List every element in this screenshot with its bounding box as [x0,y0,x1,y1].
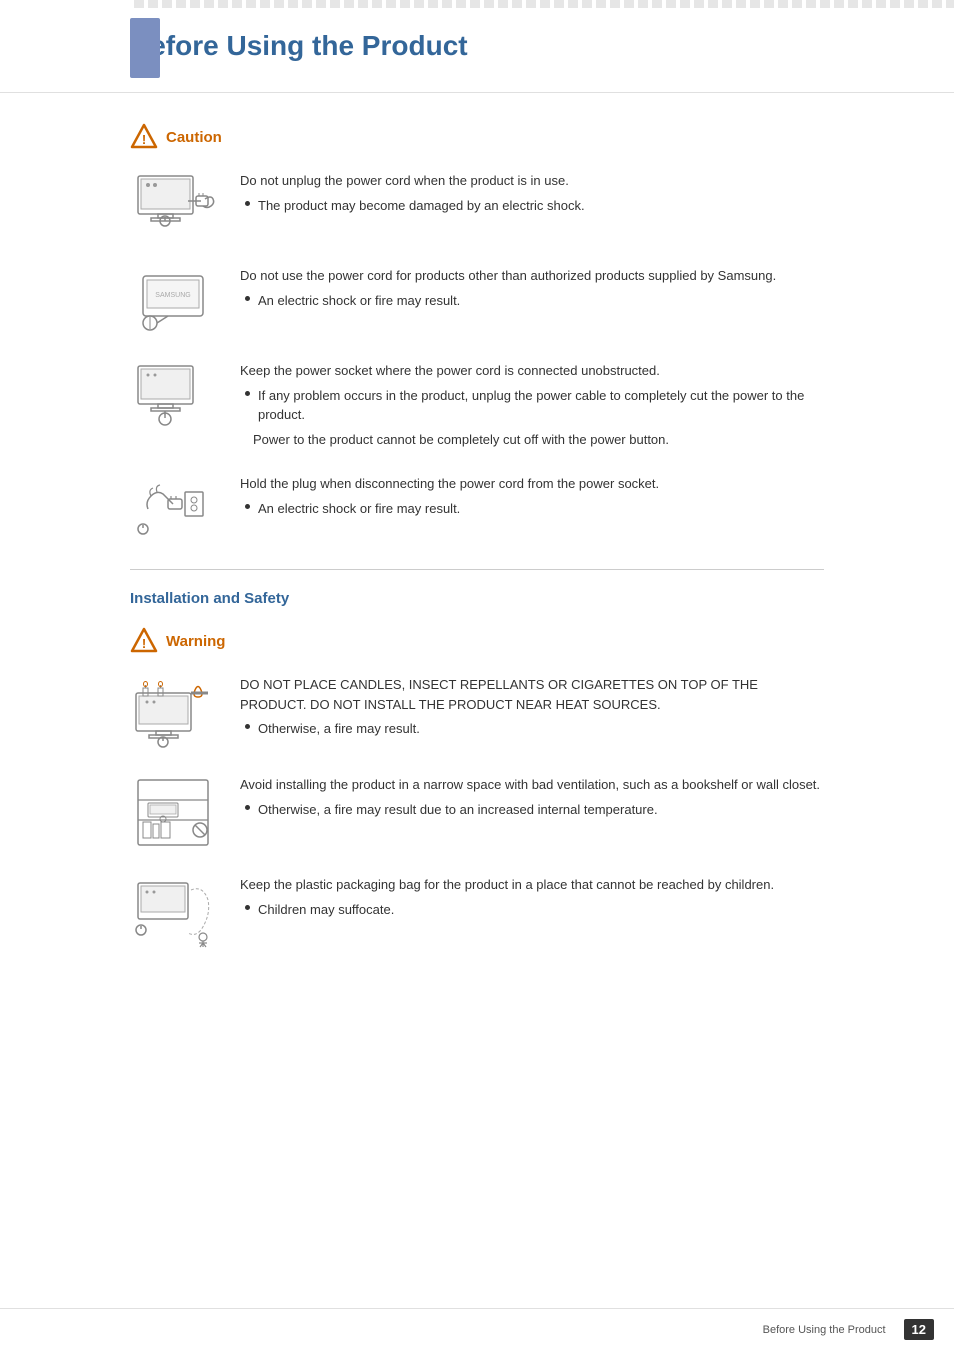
svg-text:SAMSUNG: SAMSUNG [155,292,190,299]
candles-on-monitor-icon [133,675,218,750]
warning-item-3-main: Keep the plastic packaging bag for the p… [240,875,824,895]
page-title: Before Using the Product [130,20,824,62]
main-content: ! Caution [0,123,954,950]
warning-item-3-content: Keep the plastic packaging bag for the p… [240,875,824,919]
installation-section-heading: Installation and Safety [130,590,824,607]
warning-item-2-bullet-0: Otherwise, a fire may result due to an i… [245,800,824,820]
caution-item-4-bullet-0: An electric shock or fire may result. [245,499,824,519]
bookshelf-install-icon [133,775,218,850]
caution-item-3-main: Keep the power socket where the power co… [240,361,824,381]
svg-text:!: ! [142,132,146,147]
power-socket-icon [133,361,218,436]
page-footer: Before Using the Product 12 [0,1308,954,1350]
caution-item-4-content: Hold the plug when disconnecting the pow… [240,474,824,518]
caution-item-4: Hold the plug when disconnecting the pow… [130,474,824,544]
caution-image-2: SAMSUNG [130,266,220,336]
warning-item-1-bullet-0: Otherwise, a fire may result. [245,719,824,739]
caution-section-heading: ! Caution [130,123,824,151]
caution-item-4-bullet-text-0: An electric shock or fire may result. [258,499,460,519]
caution-image-4 [130,474,220,544]
warning-item-3-bullet-0: Children may suffocate. [245,900,824,920]
warning-item-2-main: Avoid installing the product in a narrow… [240,775,824,795]
caution-item-1-bullet-text-0: The product may become damaged by an ele… [258,196,585,216]
warning-item-2: Avoid installing the product in a narrow… [130,775,824,850]
warning-section-heading: ! Warning [130,627,824,655]
caution-item-1-content: Do not unplug the power cord when the pr… [240,171,824,215]
footer-label: Before Using the Product [763,1324,886,1336]
caution-item-3-bullet-0: If any problem occurs in the product, un… [245,386,824,425]
monitor-unplug-icon [133,171,218,241]
bullet-dot [245,905,250,910]
warning-triangle-icon: ! [130,627,158,655]
bullet-dot [245,296,250,301]
warning-item-1: DO NOT PLACE CANDLES, INSECT REPELLANTS … [130,675,824,750]
footer-area: Before Using the Product 12 [763,1319,934,1340]
warning-item-3: Keep the plastic packaging bag for the p… [130,875,824,950]
warning-label: Warning [166,633,225,650]
warning-item-2-bullet-text-0: Otherwise, a fire may result due to an i… [258,800,658,820]
caution-item-2-main: Do not use the power cord for products o… [240,266,824,286]
caution-item-3: Keep the power socket where the power co… [130,361,824,449]
section-divider [130,569,824,570]
caution-item-2-bullet-0: An electric shock or fire may result. [245,291,824,311]
warning-item-1-content: DO NOT PLACE CANDLES, INSECT REPELLANTS … [240,675,824,739]
bullet-dot [245,201,250,206]
caution-item-1-bullet-0: The product may become damaged by an ele… [245,196,824,216]
caution-item-3-bullet-text-0: If any problem occurs in the product, un… [258,386,824,425]
bullet-dot [245,805,250,810]
caution-item-1: Do not unplug the power cord when the pr… [130,171,824,241]
caution-item-3-sub-bullet: Power to the product cannot be completel… [253,430,824,450]
warning-item-3-bullet-text-0: Children may suffocate. [258,900,394,920]
caution-label: Caution [166,129,222,146]
warning-item-2-content: Avoid installing the product in a narrow… [240,775,824,819]
warning-image-2 [130,775,220,850]
samsung-product-icon: SAMSUNG [133,266,218,336]
blue-accent-rect [130,18,160,78]
bullet-dot [245,391,250,396]
warning-image-3 [130,875,220,950]
caution-image-3 [130,361,220,436]
caution-item-4-main: Hold the plug when disconnecting the pow… [240,474,824,494]
svg-text:!: ! [142,636,146,651]
caution-item-2-content: Do not use the power cord for products o… [240,266,824,310]
page-container: Before Using the Product ! Caution [0,0,954,1350]
bullet-dot [245,724,250,729]
warning-item-1-main: DO NOT PLACE CANDLES, INSECT REPELLANTS … [240,675,824,714]
caution-image-1 [130,171,220,241]
caution-item-2-bullet-text-0: An electric shock or fire may result. [258,291,460,311]
top-decorative-bar [134,0,954,8]
bullet-dot [245,504,250,509]
plug-disconnect-icon [133,474,218,544]
caution-item-3-content: Keep the power socket where the power co… [240,361,824,449]
warning-item-1-bullet-text-0: Otherwise, a fire may result. [258,719,420,739]
packaging-bag-icon [133,875,218,950]
caution-item-1-main: Do not unplug the power cord when the pr… [240,171,824,191]
caution-item-2: SAMSUNG Do not use the power cord for pr… [130,266,824,336]
warning-image-1 [130,675,220,750]
caution-triangle-icon: ! [130,123,158,151]
page-number: 12 [904,1319,934,1340]
